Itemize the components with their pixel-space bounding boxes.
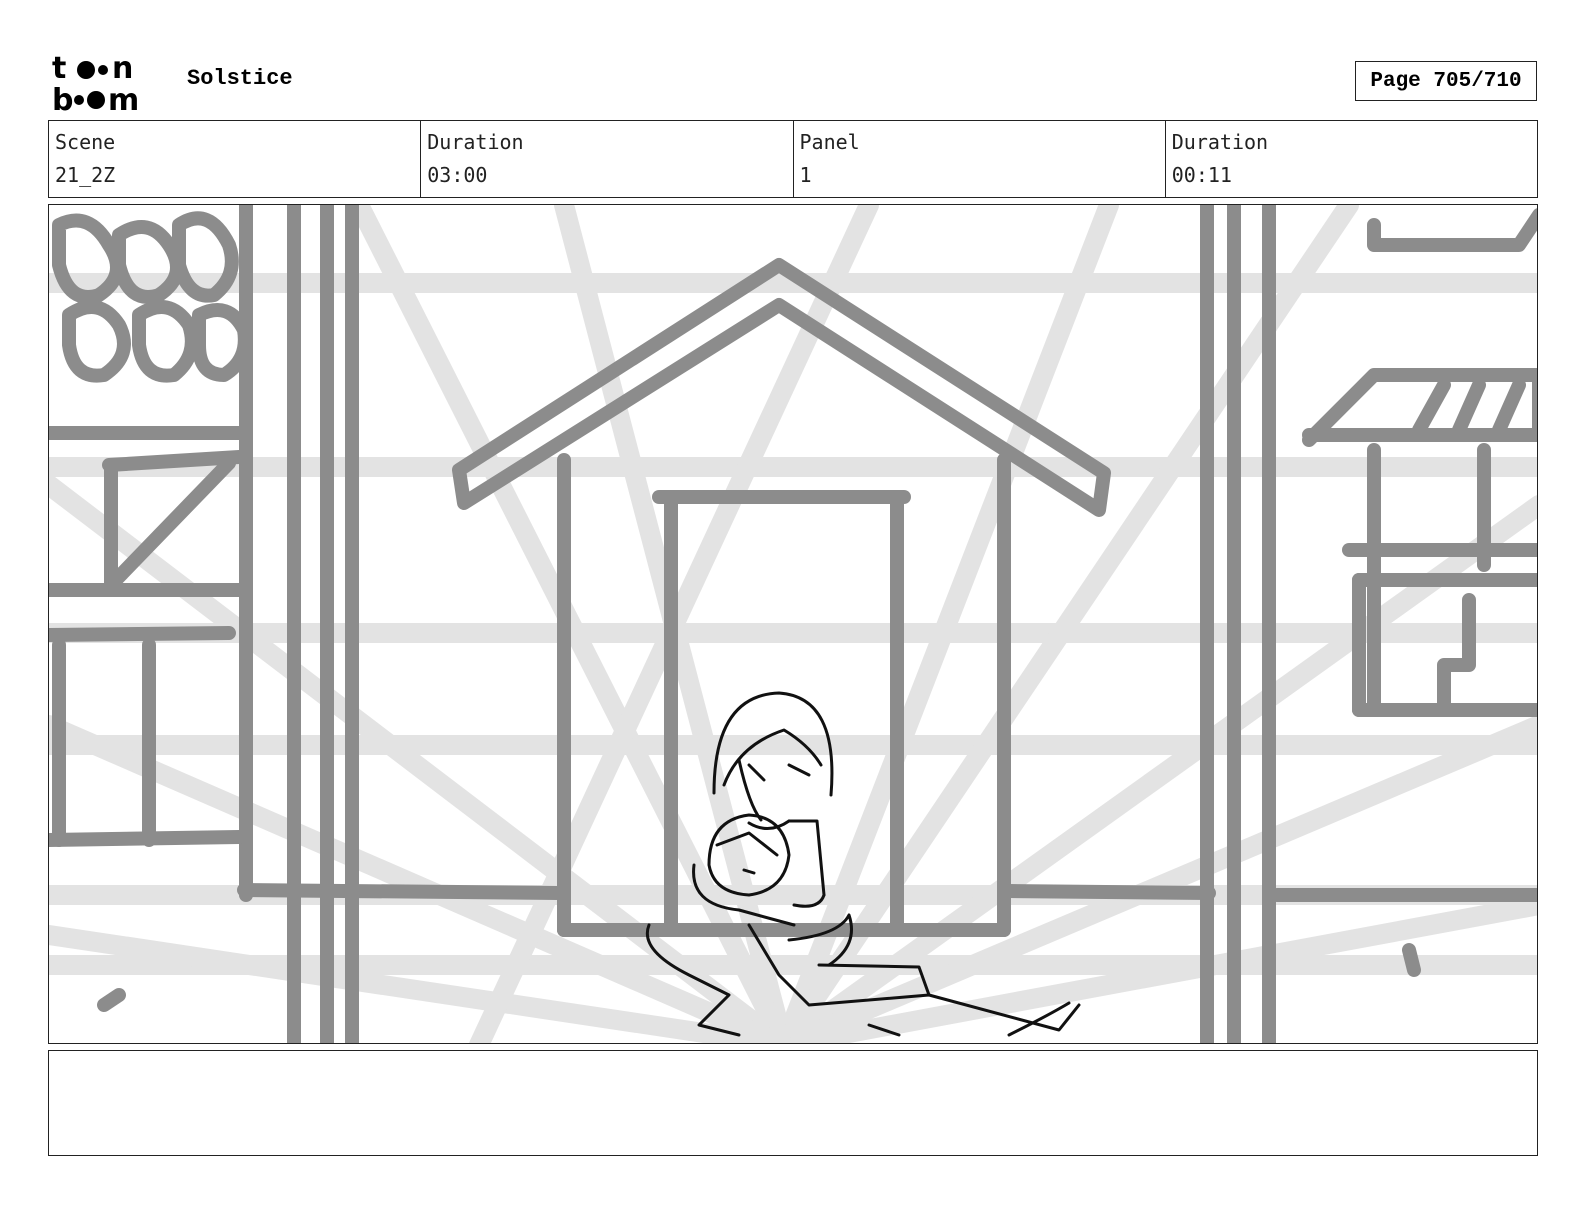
svg-text:b: b bbox=[52, 83, 73, 114]
page-indicator: Page 705/710 bbox=[1355, 61, 1537, 101]
panel-value: 1 bbox=[799, 163, 812, 187]
panel-sketch bbox=[49, 205, 1537, 1043]
panel-caption-box bbox=[48, 1050, 1538, 1156]
perspective-lines bbox=[49, 205, 1537, 1043]
panel-cell: Panel 1 bbox=[794, 121, 1166, 197]
project-title: Solstice bbox=[187, 66, 293, 91]
scene-label: Scene bbox=[55, 130, 116, 154]
scene-duration-value: 03:00 bbox=[427, 163, 488, 187]
storyboard-panel bbox=[48, 204, 1538, 1044]
svg-text:n: n bbox=[112, 51, 133, 86]
toon-boom-logo: t n b m bbox=[50, 50, 166, 118]
scene-cell: Scene 21_2Z bbox=[49, 121, 422, 197]
panel-duration-cell: Duration 00:11 bbox=[1166, 121, 1537, 197]
svg-text:t: t bbox=[52, 51, 66, 86]
scene-value: 21_2Z bbox=[55, 163, 116, 187]
svg-text:m: m bbox=[108, 83, 139, 114]
scene-duration-label: Duration bbox=[427, 130, 524, 154]
logo-graphic: t n b m bbox=[52, 51, 139, 118]
panel-label: Panel bbox=[799, 130, 860, 154]
scene-info-table: Scene 21_2Z Duration 03:00 Panel 1 Durat… bbox=[48, 120, 1538, 198]
scene-duration-cell: Duration 03:00 bbox=[421, 121, 794, 197]
panel-duration-value: 00:11 bbox=[1171, 163, 1232, 187]
panel-duration-label: Duration bbox=[1171, 130, 1269, 154]
